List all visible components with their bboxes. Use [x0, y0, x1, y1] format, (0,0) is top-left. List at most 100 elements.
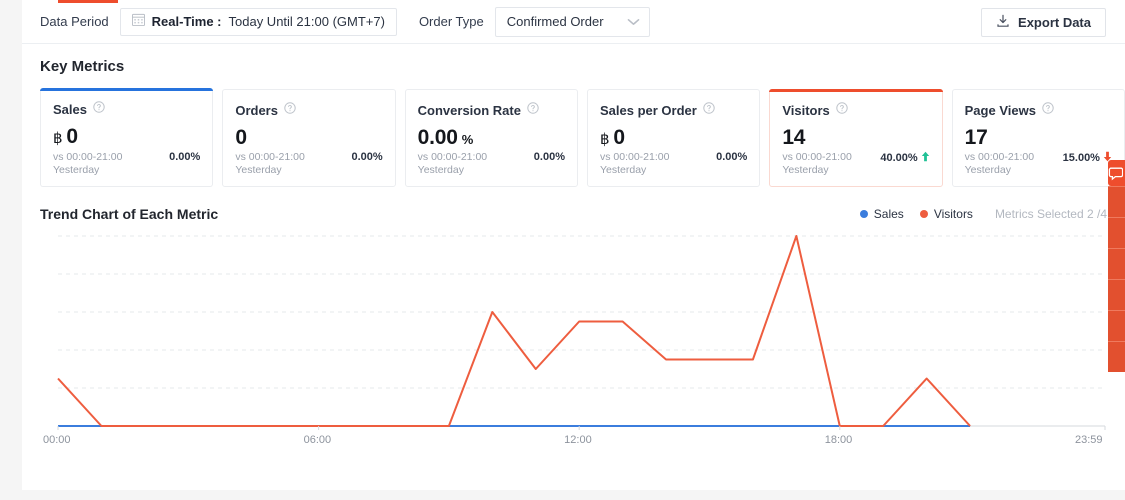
metric-header: Page Views [965, 101, 1112, 119]
metric-value: 0 [235, 126, 382, 150]
metric-footer: vs 00:00-21:00 Yesterday 40.00% [782, 151, 929, 177]
metric-comparison: vs 00:00-21:00 Yesterday [235, 151, 304, 177]
metric-number: 0 [235, 126, 247, 149]
filter-toolbar: Data Period Real-Time : Today Until 21:0… [22, 0, 1125, 44]
legend-dot-visitors [919, 210, 928, 218]
metric-number: 17 [964, 126, 988, 149]
metric-delta-value: 0.00% [533, 150, 565, 163]
export-data-label: Export Data [1018, 15, 1091, 30]
x-tick-label: 23:59 [1075, 434, 1103, 446]
active-tab-indicator [58, 0, 118, 3]
support-side-widget[interactable] [1108, 160, 1125, 372]
metric-delta: 0.00% [169, 151, 200, 163]
chat-bubble-icon[interactable] [1108, 160, 1125, 186]
metric-card-sales[interactable]: Sales ฿ 0 vs 00:00-21:00 Yesterday 0.00% [40, 88, 214, 187]
metric-header: Sales per Order [600, 101, 747, 119]
realtime-value: Today Until 21:00 (GMT+7) [228, 14, 385, 29]
trend-chart[interactable]: 00:00 06:00 12:00 18:00 23:59 [22, 228, 1125, 448]
x-tick-label: 18:00 [824, 434, 853, 446]
metric-header: Orders [235, 101, 382, 119]
metric-value: 0.00% [418, 126, 565, 150]
side-widget-item[interactable] [1108, 279, 1125, 310]
legend-item-sales[interactable]: Sales [859, 207, 904, 221]
order-type-select[interactable]: Confirmed Order [494, 6, 650, 37]
side-widget-item[interactable] [1108, 248, 1125, 279]
order-type-value: Confirmed Order [506, 14, 604, 29]
question-circle-icon[interactable] [836, 101, 848, 119]
metric-number: 0 [613, 126, 625, 149]
metric-card-conversion-rate[interactable]: Conversion Rate 0.00% vs 00:00-21:00 Yester… [404, 89, 578, 187]
realtime-prefix: Real-Time : [151, 14, 222, 29]
metric-footer: vs 00:00-21:00 Yesterday 0.00% [53, 151, 200, 177]
metric-card-visitors[interactable]: Visitors 14 vs 00:00-21:00 Yesterday 40.00% [769, 89, 943, 187]
trend-chart-title: Trend Chart of Each Metric [40, 206, 219, 222]
metric-delta-value: 0.00% [716, 150, 748, 163]
legend-item-visitors[interactable]: Visitors [919, 207, 973, 221]
side-widget-item[interactable] [1108, 341, 1125, 372]
metric-delta-value: 0.00% [169, 150, 201, 163]
metric-number: 14 [782, 126, 806, 149]
chevron-down-icon [627, 13, 640, 31]
metric-footer: vs 00:00-21:00 Yesterday 0.00% [235, 151, 382, 177]
metric-comparison-line1: vs 00:00-21:00 [417, 150, 488, 163]
metric-comparison: vs 00:00-21:00 Yesterday [600, 151, 669, 177]
question-circle-icon[interactable] [284, 101, 296, 119]
x-tick-label: 06:00 [303, 434, 332, 446]
legend-label-visitors: Visitors [933, 207, 973, 221]
metric-name: Orders [235, 102, 278, 118]
question-circle-icon[interactable] [703, 101, 715, 119]
x-tick-label: 12:00 [564, 434, 592, 446]
metric-comparison-line2: Yesterday [964, 163, 1011, 176]
analytics-page: Data Period Real-Time : Today Until 21:0… [0, 0, 1125, 500]
metric-comparison: vs 00:00-21:00 Yesterday [418, 151, 487, 177]
metric-comparison-line1: vs 00:00-21:00 [53, 150, 123, 163]
analytics-card: Key Metrics Sales ฿ 0 vs 00:00-21:00 Yesterd… [22, 44, 1125, 490]
metric-currency: ฿ [53, 130, 63, 147]
side-widget-item[interactable] [1108, 310, 1125, 341]
side-widget-item[interactable] [1108, 217, 1125, 248]
side-widget-items[interactable] [1108, 186, 1125, 372]
metric-suffix: % [461, 132, 474, 147]
metric-comparison-line2: Yesterday [417, 163, 464, 176]
metrics-selected-count: Metrics Selected 2 /4 [994, 207, 1107, 221]
metric-comparison-line2: Yesterday [782, 163, 829, 176]
metric-comparison: vs 00:00-21:00 Yesterday [782, 151, 851, 177]
metric-header: Conversion Rate [418, 101, 565, 119]
metric-value: 17 [965, 126, 1112, 150]
metric-name: Page Views [964, 102, 1036, 118]
key-metrics-title: Key Metrics [40, 58, 125, 75]
question-circle-icon[interactable] [93, 100, 105, 118]
chart-series-visitors [57, 235, 971, 427]
metric-name: Visitors [782, 102, 830, 118]
data-period-picker[interactable]: Real-Time : Today Until 21:00 (GMT+7) [119, 7, 397, 36]
metric-comparison: vs 00:00-21:00 Yesterday [53, 151, 122, 177]
metric-delta: 0.00% [534, 151, 565, 163]
side-widget-item[interactable] [1108, 186, 1125, 217]
metric-delta-value: 40.00% [880, 151, 918, 164]
legend-dot-sales [859, 210, 868, 218]
question-circle-icon[interactable] [527, 101, 539, 119]
metric-delta: 0.00% [716, 151, 747, 163]
question-circle-icon[interactable] [1042, 101, 1054, 119]
metric-card-page-views[interactable]: Page Views 17 vs 00:00-21:00 Yesterday 15.00… [951, 89, 1125, 187]
trend-arrow-icon [921, 151, 930, 165]
trend-chart-svg [57, 235, 1106, 430]
order-type-label: Order Type [418, 14, 484, 29]
metric-card-sales-per-order[interactable]: Sales per Order ฿ 0 vs 00:00-21:00 Yesterday… [586, 89, 761, 187]
metric-delta-value: 15.00% [1062, 151, 1100, 164]
chart-legend: Sales Visitors Metrics Selected 2 /4 [859, 207, 1107, 221]
key-metrics-list: Sales ฿ 0 vs 00:00-21:00 Yesterday 0.00% Order… [22, 75, 1125, 187]
metric-delta: 15.00% [1063, 151, 1112, 165]
metric-comparison: vs 00:00-21:00 Yesterday [965, 151, 1034, 177]
calendar-icon [131, 13, 145, 31]
x-tick-label: 00:00 [43, 434, 71, 446]
metric-comparison-line1: vs 00:00-21:00 [599, 150, 670, 163]
metric-comparison-line1: vs 00:00-21:00 [964, 150, 1035, 163]
metric-card-orders[interactable]: Orders 0 vs 00:00-21:00 Yesterday 0.00% [222, 89, 396, 187]
metric-number: 0 [66, 125, 78, 148]
metric-value: ฿ 0 [600, 126, 747, 150]
metric-value: 14 [782, 126, 929, 150]
metric-delta-value: 0.00% [351, 150, 383, 163]
metric-comparison-line2: Yesterday [599, 163, 647, 176]
export-data-button[interactable]: Export Data [981, 8, 1106, 37]
